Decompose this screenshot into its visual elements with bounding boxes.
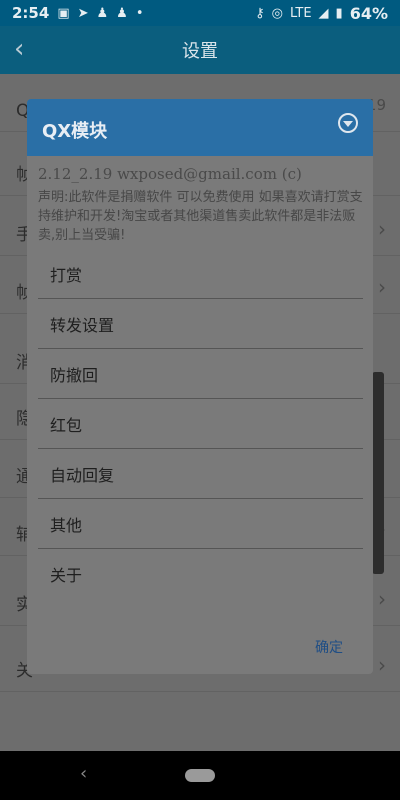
- app-bar: ‹ 设置: [0, 26, 400, 74]
- nav-back-icon[interactable]: ‹: [80, 763, 87, 784]
- chevron-right-icon: ›: [378, 275, 386, 299]
- battery-icon: ▮: [335, 5, 343, 21]
- menu-item-donate[interactable]: 打赏: [38, 249, 363, 299]
- donation-notice: 声明:此软件是捐赠软件 可以免费使用 如果喜欢请打赏支持维护和开发!淘宝或者其他…: [38, 190, 363, 243]
- chevron-right-icon: ›: [378, 587, 386, 611]
- telegram-icon: ➤: [77, 5, 89, 21]
- menu-item-forward-settings[interactable]: 转发设置: [38, 299, 363, 349]
- menu-item-auto-reply[interactable]: 自动回复: [38, 449, 363, 499]
- notification-icons: ▣ ➤ ♟ ♟ •: [57, 6, 143, 21]
- qx-module-dialog: QX模块 2.12_2.19 wxposed@gmail.com (c) 声明:…: [27, 99, 373, 674]
- status-time: 2:54: [12, 4, 50, 22]
- nav-home-pill-icon[interactable]: [185, 769, 215, 782]
- menu-item-red-packet[interactable]: 红包: [38, 399, 363, 449]
- hotspot-icon: ◎: [271, 5, 283, 21]
- dialog-header: QX模块: [27, 99, 373, 156]
- menu-item-anti-revoke[interactable]: 防撤回: [38, 349, 363, 399]
- back-arrow-icon[interactable]: ‹: [14, 34, 24, 64]
- battery-percent: 64%: [349, 3, 388, 23]
- background-scroll-thumb: [372, 372, 384, 574]
- system-icons: ⚷ ◎ LTE ◢ ▮ 64%: [255, 4, 388, 23]
- network-type: LTE: [289, 5, 312, 21]
- confirm-button[interactable]: 确定: [315, 637, 343, 657]
- vpn-key-icon: ⚷: [255, 5, 265, 21]
- version-line: 2.12_2.19 wxposed@gmail.com (c): [38, 165, 302, 183]
- dialog-title: QX模块: [42, 121, 108, 142]
- chevron-down-icon[interactable]: [338, 113, 358, 133]
- menu-item-about[interactable]: 关于: [38, 549, 363, 599]
- status-bar: 2:54 ▣ ➤ ♟ ♟ • ⚷ ◎ LTE ◢ ▮ 64%: [0, 0, 400, 26]
- qq-icon: ♟: [96, 5, 109, 21]
- chevron-right-icon: ›: [378, 217, 386, 241]
- qq-icon: ♟: [116, 5, 128, 21]
- navigation-bar: ‹: [0, 751, 400, 800]
- chevron-right-icon: ›: [378, 653, 386, 677]
- menu-item-other[interactable]: 其他: [38, 499, 363, 549]
- dot-icon: •: [135, 5, 144, 21]
- dialog-menu: 打赏 转发设置 防撤回 红包 自动回复 其他 关于: [38, 249, 363, 599]
- image-icon: ▣: [57, 5, 70, 21]
- signal-icon: ◢: [318, 5, 329, 21]
- page-title: 设置: [182, 41, 218, 62]
